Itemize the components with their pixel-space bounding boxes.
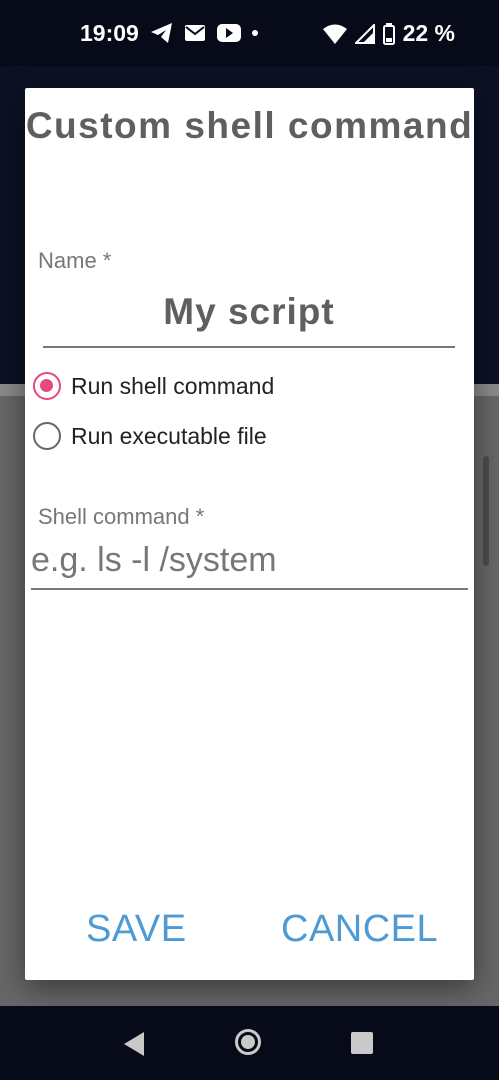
option-label: Run shell command bbox=[71, 372, 275, 399]
app-scrollbar bbox=[483, 456, 489, 566]
option-run-executable-file[interactable]: Run executable file bbox=[33, 422, 267, 450]
recent-apps-icon[interactable] bbox=[351, 1032, 373, 1054]
battery-icon bbox=[382, 22, 395, 45]
shell-command-label: Shell command * bbox=[38, 504, 205, 529]
signal-icon bbox=[354, 23, 375, 44]
dot-icon bbox=[252, 30, 258, 36]
battery-percent: 22 % bbox=[402, 20, 455, 46]
home-icon[interactable] bbox=[235, 1029, 261, 1055]
shell-command-input[interactable] bbox=[31, 534, 467, 586]
option-run-shell-command[interactable]: Run shell command bbox=[33, 372, 274, 400]
back-icon[interactable] bbox=[122, 1031, 146, 1057]
mail-icon bbox=[185, 25, 205, 41]
save-button[interactable]: SAVE bbox=[86, 908, 187, 951]
name-field-underline bbox=[43, 346, 455, 348]
system-status: 22 % bbox=[322, 20, 455, 47]
navigation-bar bbox=[0, 1006, 499, 1080]
notification-icons bbox=[150, 22, 258, 44]
youtube-icon bbox=[217, 24, 241, 42]
name-field[interactable]: My script bbox=[43, 291, 455, 333]
option-label: Run executable file bbox=[71, 422, 267, 449]
name-label: Name * bbox=[38, 248, 112, 273]
radio-unchecked-icon[interactable] bbox=[33, 422, 61, 450]
custom-shell-command-dialog: Custom shell command Name * My script Ru… bbox=[25, 88, 474, 980]
status-time: 19:09 bbox=[80, 20, 139, 46]
telegram-icon bbox=[151, 23, 172, 43]
radio-checked-icon[interactable] bbox=[33, 372, 61, 400]
shell-command-underline bbox=[31, 588, 468, 590]
cancel-button[interactable]: CANCEL bbox=[281, 908, 438, 951]
wifi-icon bbox=[322, 24, 347, 44]
dialog-title: Custom shell command bbox=[25, 105, 474, 146]
status-bar: 19:09 22 % bbox=[0, 0, 499, 66]
